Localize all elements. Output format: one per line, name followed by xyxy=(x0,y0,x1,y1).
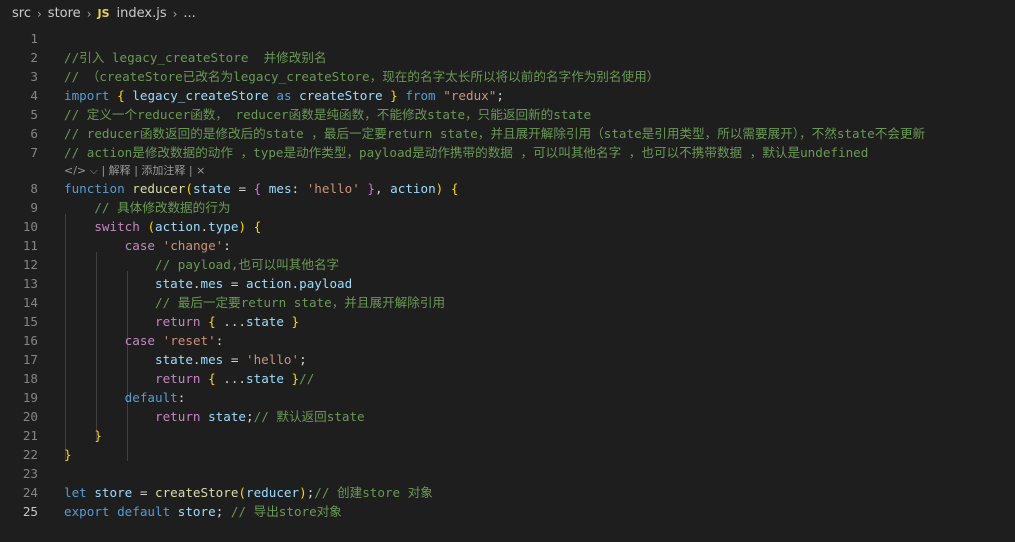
breadcrumb: src › store › JS index.js › ... xyxy=(0,0,1015,28)
code-line[interactable]: 23 xyxy=(0,464,1015,483)
line-number: 1 xyxy=(30,31,38,46)
line-number: 22 xyxy=(22,447,38,462)
line-number: 4 xyxy=(30,88,38,103)
code-line[interactable]: 13 state.mes = action.payload xyxy=(0,274,1015,293)
code-line[interactable]: 14 // 最后一定要return state，并且展开解除引用 xyxy=(0,293,1015,312)
code-text[interactable]: // action是修改数据的动作 ，type是动作类型，payload是动作携… xyxy=(64,143,868,162)
line-number: 3 xyxy=(30,69,38,84)
line-number: 8 xyxy=(30,181,38,196)
code-text[interactable]: case 'change': xyxy=(64,236,231,255)
code-line[interactable]: 12 // payload,也可以叫其他名字 xyxy=(0,255,1015,274)
code-text[interactable]: // （createStore已改名为legacy_createStore，现在… xyxy=(64,67,659,86)
code-text[interactable]: state.mes = action.payload xyxy=(64,274,352,293)
code-line[interactable]: 22} xyxy=(0,445,1015,464)
code-line[interactable]: 3 // （createStore已改名为legacy_createStore，现… xyxy=(0,67,1015,86)
code-line[interactable]: 20 return state;// 默认返回state xyxy=(0,407,1015,426)
code-line[interactable]: 8 function reducer(state = { mes: 'hello'… xyxy=(0,179,1015,198)
breadcrumb-src[interactable]: src xyxy=(12,0,31,28)
line-number: 20 xyxy=(22,409,38,424)
code-line[interactable]: 6 // reducer函数返回的是修改后的state ，最后一定要return … xyxy=(0,124,1015,143)
chevron-right-icon: › xyxy=(172,7,178,21)
line-number: 9 xyxy=(30,200,38,215)
code-line[interactable]: 2 //引入 legacy_createStore 并修改别名 xyxy=(0,48,1015,67)
code-line[interactable]: 9 // 具体修改数据的行为 xyxy=(0,198,1015,217)
code-line[interactable]: 1 xyxy=(0,29,1015,48)
line-number: 18 xyxy=(22,371,38,386)
code-line[interactable]: 5 // 定义一个reducer函数， reducer函数是纯函数，不能修改sta… xyxy=(0,105,1015,124)
line-number: 21 xyxy=(22,428,38,443)
code-line[interactable]: 21 } xyxy=(0,426,1015,445)
code-line[interactable]: 18 return { ...state }// xyxy=(0,369,1015,388)
breadcrumb-symbol[interactable]: ... xyxy=(183,0,195,28)
code-text[interactable]: } xyxy=(64,426,102,445)
add-comment-link[interactable]: | 添加注释 | xyxy=(134,164,192,177)
line-number: 10 xyxy=(22,219,38,234)
code-text[interactable]: // 最后一定要return state，并且展开解除引用 xyxy=(64,293,445,312)
chevron-right-icon: › xyxy=(86,7,92,21)
code-line[interactable]: 10 switch (action.type) { xyxy=(0,217,1015,236)
line-number: 24 xyxy=(22,485,38,500)
line-number: 12 xyxy=(22,257,38,272)
code-line[interactable]: 19 default: xyxy=(0,388,1015,407)
javascript-file-icon: JS xyxy=(97,7,110,20)
code-text[interactable]: function reducer(state = { mes: 'hello' … xyxy=(64,179,458,198)
code-text[interactable]: switch (action.type) { xyxy=(64,217,261,236)
code-line[interactable]: 15 return { ...state } xyxy=(0,312,1015,331)
line-number: 15 xyxy=(22,314,38,329)
line-number: 7 xyxy=(30,145,38,160)
line-number: 19 xyxy=(22,390,38,405)
code-text[interactable]: // 具体修改数据的行为 xyxy=(64,198,230,217)
code-text[interactable]: //引入 legacy_createStore 并修改别名 xyxy=(64,48,327,67)
code-line[interactable]: 25 export default store; // 导出store对象 xyxy=(0,502,1015,521)
code-line[interactable]: 17 state.mes = 'hello'; xyxy=(0,350,1015,369)
line-number: 13 xyxy=(22,276,38,291)
code-text[interactable]: export default store; // 导出store对象 xyxy=(64,502,342,521)
line-number: 25 xyxy=(22,504,38,519)
code-icon[interactable]: </> xyxy=(64,164,86,177)
code-text[interactable]: return { ...state } xyxy=(64,312,299,331)
code-text[interactable]: } xyxy=(64,445,72,464)
breadcrumb-store[interactable]: store xyxy=(48,0,81,28)
code-text[interactable]: default: xyxy=(64,388,186,407)
line-number: 11 xyxy=(22,238,38,253)
line-number: 23 xyxy=(22,466,38,481)
code-line[interactable]: 24 let store = createStore(reducer);// 创建… xyxy=(0,483,1015,502)
code-text[interactable]: let store = createStore(reducer);// 创建st… xyxy=(64,483,433,502)
code-editor[interactable]: </> ⌵ | 解释 | 添加注释 | × 1 2//引入 legacy_crea… xyxy=(0,28,1015,542)
line-number: 14 xyxy=(22,295,38,310)
code-text[interactable]: case 'reset': xyxy=(64,331,224,350)
breadcrumb-file[interactable]: index.js xyxy=(117,0,167,28)
codelens-actions: </> ⌵ | 解释 | 添加注释 | × xyxy=(64,162,205,179)
chevron-down-icon[interactable]: ⌵ xyxy=(90,164,98,177)
chevron-right-icon: › xyxy=(36,7,42,21)
line-number: 17 xyxy=(22,352,38,367)
code-text[interactable]: // 定义一个reducer函数， reducer函数是纯函数，不能修改stat… xyxy=(64,105,591,124)
code-line[interactable]: 7 // action是修改数据的动作 ，type是动作类型，payload是动作… xyxy=(0,143,1015,162)
line-number: 2 xyxy=(30,50,38,65)
code-text[interactable]: import { legacy_createStore as createSto… xyxy=(64,86,504,105)
code-text[interactable]: return state;// 默认返回state xyxy=(64,407,365,426)
code-line[interactable]: 11 case 'change': xyxy=(0,236,1015,255)
code-text[interactable]: // reducer函数返回的是修改后的state ，最后一定要return s… xyxy=(64,124,925,143)
code-line[interactable]: 16 case 'reset': xyxy=(0,331,1015,350)
line-number: 5 xyxy=(30,107,38,122)
code-text[interactable]: return { ...state }// xyxy=(64,369,314,388)
code-line[interactable]: 4 import { legacy_createStore as createSt… xyxy=(0,86,1015,105)
close-icon[interactable]: × xyxy=(196,164,205,177)
line-number: 6 xyxy=(30,126,38,141)
explain-link[interactable]: | 解释 xyxy=(101,164,130,177)
code-text[interactable]: state.mes = 'hello'; xyxy=(64,350,307,369)
code-text[interactable]: // payload,也可以叫其他名字 xyxy=(64,255,339,274)
line-number: 16 xyxy=(22,333,38,348)
